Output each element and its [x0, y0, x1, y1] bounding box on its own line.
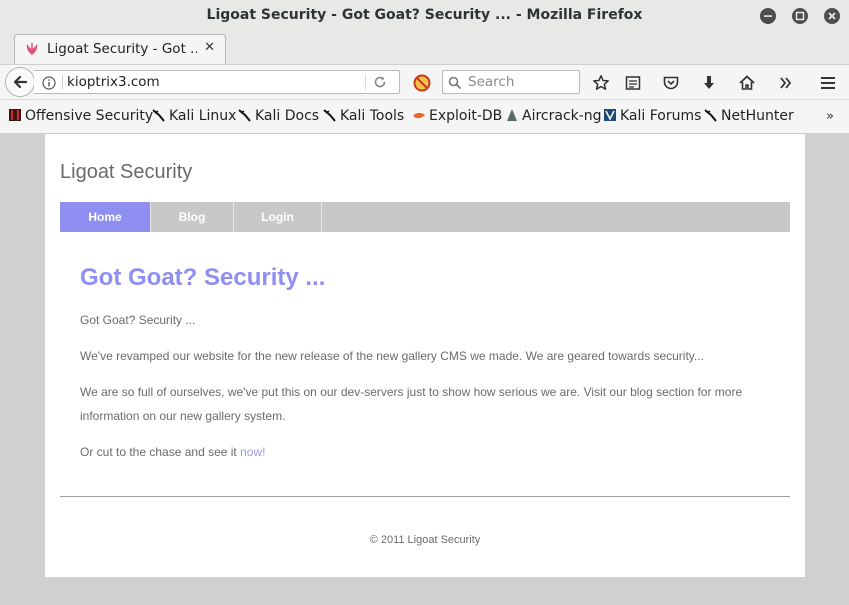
page-heading: Got Goat? Security ... — [80, 264, 326, 291]
site-info-icon[interactable] — [42, 75, 56, 90]
now-link[interactable]: now! — [240, 445, 265, 459]
url-text[interactable]: kioptrix3.com — [67, 74, 160, 90]
window-titlebar: Ligoat Security - Got Goat? Security ...… — [0, 0, 849, 33]
site-footer: © 2011 Ligoat Security — [369, 534, 481, 546]
search-input[interactable]: Search — [442, 70, 580, 94]
minimize-icon[interactable] — [760, 8, 776, 24]
bookmark-kali-docs[interactable]: Kali Docs — [238, 108, 319, 124]
aircrack-icon — [505, 108, 519, 122]
cta-text: Or cut to the chase and see it — [80, 445, 241, 459]
pocket-icon[interactable] — [662, 74, 680, 92]
bookmark-offensive-security[interactable]: Offensive Security — [8, 108, 153, 124]
tab-strip: Ligoat Security - Got ... ✕ + — [0, 32, 849, 88]
close-icon[interactable] — [824, 8, 840, 24]
bookmark-kali-forums[interactable]: Kali Forums — [603, 108, 701, 124]
bookmarks-overflow-icon[interactable]: » — [826, 109, 834, 124]
browser-tab[interactable]: Ligoat Security - Got ... ✕ — [14, 34, 226, 64]
search-placeholder: Search — [468, 74, 515, 90]
back-arrow-icon — [13, 75, 28, 89]
nav-login-link[interactable]: Login — [234, 202, 322, 232]
tab-close-icon[interactable]: ✕ — [204, 40, 215, 55]
bookmark-kali-linux[interactable]: Kali Linux — [152, 108, 236, 124]
intro-paragraph: Got Goat? Security ... — [80, 313, 196, 327]
exploit-db-icon — [412, 108, 426, 122]
main-content: Got Goat? Security ... Got Goat? Securit… — [80, 262, 770, 459]
tab-title: Ligoat Security - Got ... — [47, 41, 197, 57]
noscript-icon[interactable] — [413, 74, 431, 92]
nav-home-link[interactable]: Home — [60, 202, 151, 232]
kali-icon — [704, 108, 718, 122]
site-nav: Home Blog Login — [60, 202, 790, 232]
reload-icon[interactable] — [372, 74, 388, 90]
dev-server-paragraph: We are so full of ourselves, we've put t… — [80, 385, 743, 423]
kali-dragon-icon — [25, 41, 39, 55]
kali-icon — [238, 108, 252, 122]
overflow-chevron-icon[interactable] — [777, 74, 795, 92]
cta-paragraph: Or cut to the chase and see it now! — [80, 440, 265, 464]
home-icon[interactable] — [738, 74, 756, 92]
kali-forums-icon — [603, 108, 617, 122]
revamp-paragraph: We've revamped our website for the new r… — [80, 349, 704, 363]
nav-blog-link[interactable]: Blog — [151, 202, 234, 232]
hamburger-menu-icon[interactable] — [819, 74, 837, 92]
bookmarks-toolbar: Offensive Security Kali Linux Kali Docs … — [0, 100, 849, 134]
window-title: Ligoat Security - Got Goat? Security ...… — [206, 7, 643, 23]
footer-divider — [60, 496, 790, 497]
offsec-icon — [8, 108, 22, 122]
kali-icon — [323, 108, 337, 122]
kali-icon — [152, 108, 166, 122]
bookmark-exploit-db[interactable]: Exploit-DB — [412, 108, 502, 124]
navigation-toolbar: kioptrix3.com Search — [0, 64, 849, 100]
bookmark-kali-tools[interactable]: Kali Tools — [323, 108, 404, 124]
download-icon[interactable] — [700, 74, 718, 92]
bookmark-aircrack-ng[interactable]: Aircrack-ng — [505, 108, 602, 124]
search-icon — [448, 75, 462, 90]
web-page: Ligoat Security Home Blog Login Got Goat… — [45, 134, 805, 577]
back-button[interactable] — [5, 67, 35, 97]
reload-separator — [365, 74, 366, 90]
url-bar[interactable]: kioptrix3.com — [34, 70, 400, 94]
bookmark-nethunter[interactable]: NetHunter — [704, 108, 794, 124]
maximize-icon[interactable] — [792, 8, 808, 24]
site-title: Ligoat Security — [60, 161, 193, 183]
url-separator — [62, 75, 63, 89]
bookmark-star-icon[interactable] — [592, 74, 610, 92]
reading-list-icon[interactable] — [624, 74, 642, 92]
